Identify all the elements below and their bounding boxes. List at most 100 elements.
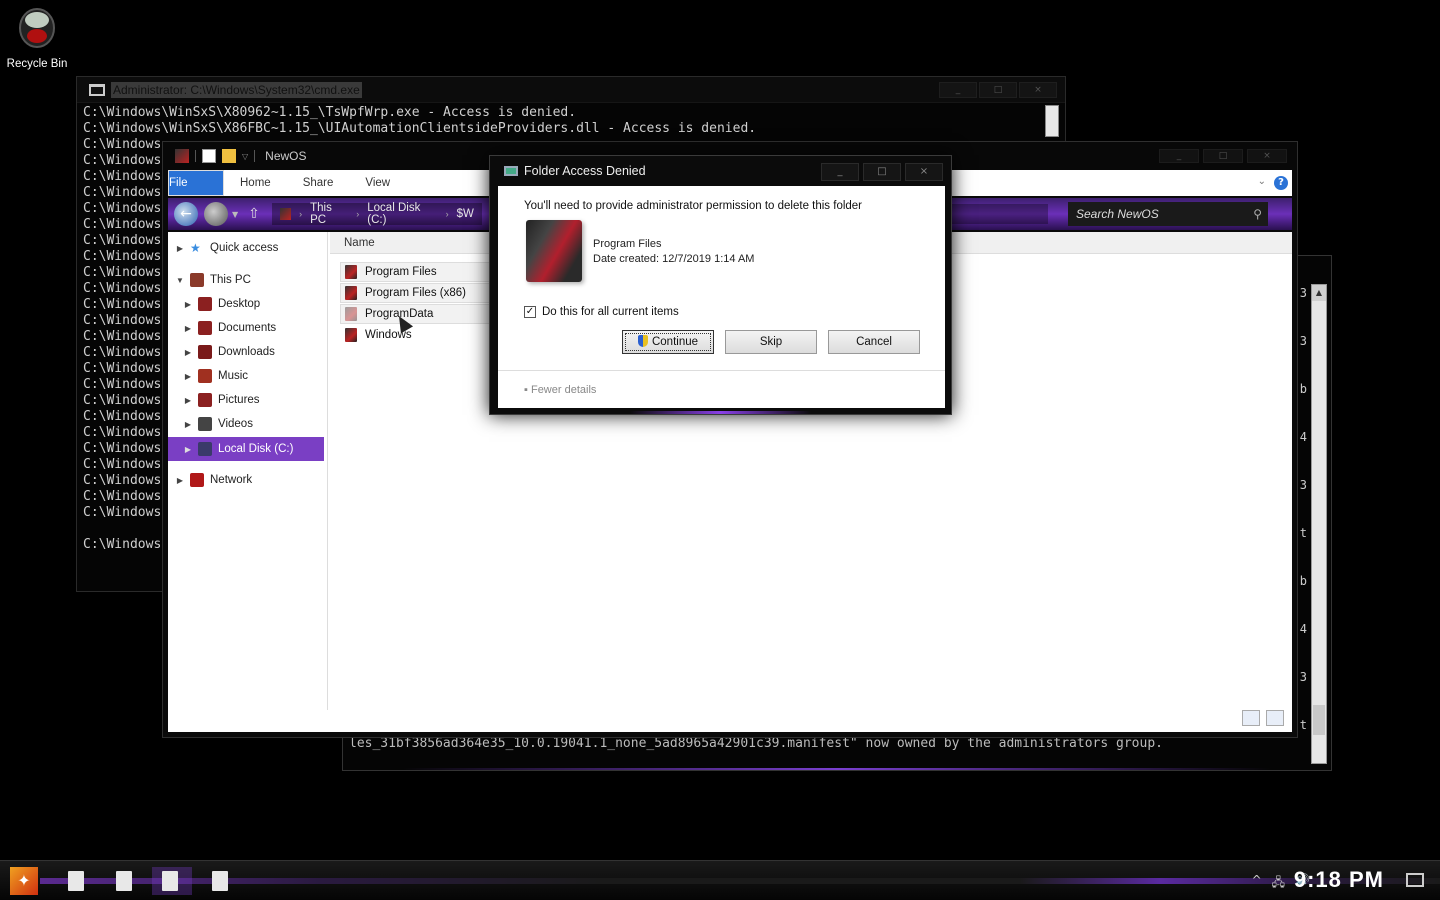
expand-arrow-icon[interactable]: ▶ bbox=[182, 324, 194, 333]
file-item[interactable]: ProgramData bbox=[340, 304, 490, 324]
folder-access-denied-dialog[interactable]: Folder Access Denied _ □ × You'll need t… bbox=[489, 155, 952, 415]
help-icon[interactable]: ? bbox=[1274, 176, 1288, 190]
collapse-arrow-icon[interactable]: ▼ bbox=[174, 276, 186, 285]
breadcrumb-folder[interactable]: $W bbox=[457, 208, 474, 220]
close-button[interactable]: × bbox=[1247, 149, 1287, 163]
taskbar-app-1[interactable] bbox=[58, 867, 98, 895]
maximize-button[interactable]: □ bbox=[979, 81, 1017, 98]
taskbar-app-2[interactable] bbox=[106, 867, 146, 895]
document-icon bbox=[212, 871, 228, 891]
fewer-details-link[interactable]: ▪ Fewer details bbox=[524, 384, 596, 396]
nav-item-music[interactable]: ▶ Music bbox=[168, 364, 324, 388]
nav-item-label: Downloads bbox=[218, 346, 275, 358]
scroll-thumb[interactable] bbox=[1313, 705, 1325, 735]
dialog-minimize-button[interactable]: _ bbox=[821, 163, 859, 181]
folder-icon bbox=[345, 286, 357, 300]
folder-icon bbox=[198, 297, 212, 311]
recent-locations-dropdown-icon[interactable]: ▼ bbox=[232, 210, 238, 219]
tab-home[interactable]: Home bbox=[224, 170, 287, 196]
cmd-peek-char: 4 bbox=[1299, 430, 1307, 444]
show-hidden-icons-icon[interactable]: ^ bbox=[1252, 873, 1262, 894]
forward-button[interactable] bbox=[204, 202, 228, 226]
recycle-bin-shortcut[interactable]: Recycle Bin bbox=[4, 6, 70, 70]
divider bbox=[254, 150, 256, 162]
minimize-button[interactable]: _ bbox=[1159, 149, 1199, 163]
quick-access-dropdown-icon[interactable]: ▽ bbox=[242, 152, 248, 161]
nav-item-desktop[interactable]: ▶ Desktop bbox=[168, 292, 324, 316]
nav-item-label: Desktop bbox=[218, 298, 261, 310]
expand-arrow-icon[interactable]: ▶ bbox=[174, 476, 186, 485]
folder-icon bbox=[345, 307, 357, 321]
tab-file[interactable]: File bbox=[168, 169, 224, 196]
dialog-body: You'll need to provide administrator per… bbox=[498, 186, 945, 408]
nav-item-label: Documents bbox=[218, 322, 277, 334]
start-button[interactable]: ✦ bbox=[10, 867, 38, 895]
nav-item-pictures[interactable]: ▶ Pictures bbox=[168, 388, 324, 412]
taskbar-app-4[interactable] bbox=[202, 867, 242, 895]
document-icon bbox=[68, 871, 84, 891]
file-item[interactable]: Program Files (x86) bbox=[340, 283, 490, 303]
expand-ribbon-icon[interactable]: ⌄ bbox=[1258, 176, 1266, 187]
scroll-up-arrow[interactable]: ▲ bbox=[1312, 285, 1326, 301]
large-icons-view-button[interactable] bbox=[1266, 710, 1284, 726]
tab-view[interactable]: View bbox=[349, 170, 406, 196]
back-button[interactable]: ← bbox=[174, 202, 198, 226]
file-name: Program Files (x86) bbox=[365, 287, 466, 299]
nav-item-local-disk-c[interactable]: ▶ Local Disk (C:) bbox=[168, 437, 324, 461]
new-folder-icon[interactable] bbox=[222, 149, 236, 163]
expand-arrow-icon[interactable]: ▶ bbox=[182, 372, 194, 381]
cmd-titlebar[interactable]: Administrator: C:\Windows\System32\cmd.e… bbox=[77, 77, 1065, 103]
uac-shield-icon bbox=[637, 335, 648, 347]
fewer-details-label: Fewer details bbox=[530, 384, 597, 396]
checkbox-checked-icon[interactable]: ✓ bbox=[524, 306, 536, 318]
nav-item-this-pc[interactable]: ▼ This PC bbox=[168, 268, 324, 292]
breadcrumb[interactable]: › This PC › Local Disk (C:) › $W bbox=[271, 202, 482, 226]
details-view-button[interactable] bbox=[1242, 710, 1260, 726]
notification-center-icon[interactable] bbox=[1406, 873, 1424, 887]
expand-arrow-icon[interactable]: ▶ bbox=[182, 396, 194, 405]
cmd-secondary-line: les_31bf3856ad364e35_10.0.19041.1_none_5… bbox=[349, 736, 1163, 751]
file-item[interactable]: Windows bbox=[340, 325, 490, 345]
nav-item-label: Music bbox=[218, 370, 249, 382]
search-icon[interactable]: ⚲ bbox=[1253, 202, 1262, 226]
close-button[interactable]: × bbox=[1019, 81, 1057, 98]
nav-item-downloads[interactable]: ▶ Downloads bbox=[168, 340, 324, 364]
clock[interactable]: 9:18 PM bbox=[1294, 867, 1384, 893]
skip-button[interactable]: Skip bbox=[725, 330, 817, 354]
breadcrumb-local-disk[interactable]: Local Disk (C:) bbox=[367, 202, 437, 226]
dialog-icon bbox=[504, 166, 518, 176]
continue-button[interactable]: Continue bbox=[622, 330, 714, 354]
up-arrow-icon[interactable]: ⇧ bbox=[248, 206, 260, 222]
expand-arrow-icon[interactable]: ▶ bbox=[182, 420, 194, 429]
properties-icon[interactable] bbox=[202, 149, 216, 163]
cancel-button[interactable]: Cancel bbox=[828, 330, 920, 354]
expand-arrow-icon[interactable]: ▶ bbox=[174, 244, 186, 253]
tab-share[interactable]: Share bbox=[287, 170, 350, 196]
do-for-all-checkbox[interactable]: ✓ Do this for all current items bbox=[524, 306, 679, 318]
search-input[interactable]: Search NewOS ⚲ bbox=[1068, 202, 1268, 226]
file-item[interactable]: Program Files bbox=[340, 262, 490, 282]
console-icon bbox=[89, 83, 105, 96]
folder-icon bbox=[190, 273, 204, 287]
breadcrumb-this-pc[interactable]: This PC bbox=[310, 202, 348, 226]
nav-item-quick-access[interactable]: ▶ ★ Quick access bbox=[168, 236, 324, 260]
nav-item-videos[interactable]: ▶ Videos bbox=[168, 412, 324, 436]
expand-arrow-icon[interactable]: ▶ bbox=[182, 348, 194, 357]
dialog-close-button[interactable]: × bbox=[905, 163, 943, 181]
expand-arrow-icon[interactable]: ▶ bbox=[182, 300, 194, 309]
taskbar-app-3[interactable] bbox=[152, 867, 192, 895]
nav-item-label: This PC bbox=[210, 274, 251, 286]
cmd-scrollbar[interactable] bbox=[1045, 105, 1059, 137]
expand-arrow-icon[interactable]: ▶ bbox=[182, 445, 194, 454]
minimize-button[interactable]: _ bbox=[939, 81, 977, 98]
maximize-button[interactable]: □ bbox=[1203, 149, 1243, 163]
app-icon bbox=[175, 149, 189, 163]
dialog-maximize-button[interactable]: □ bbox=[863, 163, 901, 181]
address-field[interactable] bbox=[948, 204, 1048, 224]
continue-label: Continue bbox=[651, 336, 699, 348]
nav-item-network[interactable]: ▶ Network bbox=[168, 468, 324, 492]
cmd-secondary-scrollbar[interactable]: ▲ bbox=[1311, 284, 1327, 764]
checkbox-label: Do this for all current items bbox=[542, 306, 679, 318]
network-icon[interactable]: 🖧 bbox=[1272, 873, 1285, 894]
nav-item-documents[interactable]: ▶ Documents bbox=[168, 316, 324, 340]
